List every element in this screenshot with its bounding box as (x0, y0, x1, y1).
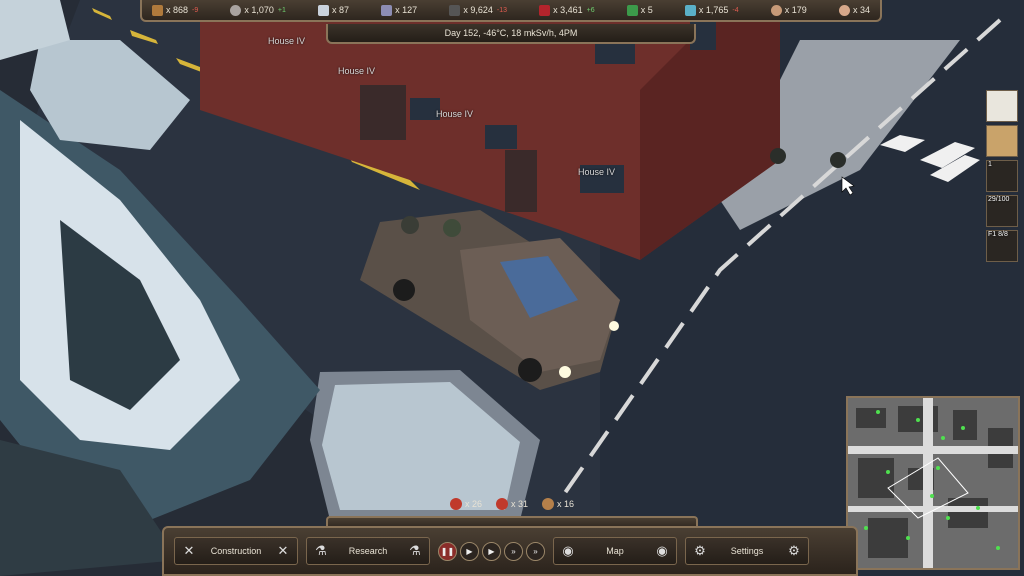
minimap-art (848, 398, 1018, 568)
unit-count: 1 (988, 161, 992, 168)
resource-value: x 1,070 (244, 5, 274, 15)
resource-delta: -4 (732, 6, 739, 14)
unit-slot-2[interactable]: 29/100 (986, 195, 1018, 227)
resource-wood[interactable]: x 868 -9 (152, 4, 199, 16)
resource-value: x 87 (332, 5, 350, 15)
speed-controls: ❚❚ ▶ ▶ » » (438, 541, 545, 561)
coal-icon (449, 4, 461, 16)
resource-medicine[interactable]: x 1,765 -4 (684, 4, 739, 16)
resource-delta: -9 (192, 6, 199, 14)
resource-bar: x 868 -9 x 1,070 +1 x 87 x 127 x 9,624 -13 … (140, 0, 882, 22)
stone-icon (230, 4, 242, 16)
fast-forward-icon[interactable]: » (504, 541, 523, 561)
settings-button[interactable]: ⚙ Settings ⚙ (685, 537, 809, 565)
resource-food[interactable]: x 3,461 +6 (539, 4, 595, 16)
map-label: Map (606, 546, 624, 556)
flask-icon: ⚗ (315, 543, 327, 558)
alert-counter[interactable]: x 26 (450, 498, 482, 510)
notes-button[interactable] (986, 90, 1018, 122)
hammer-wrench-icon: ✕ (277, 543, 289, 558)
resource-value: x 34 (852, 5, 870, 15)
map-scroll-button[interactable] (986, 125, 1018, 157)
building-label: House IV (578, 167, 616, 177)
resource-value: x 1,765 (698, 5, 729, 15)
construction-label: Construction (210, 546, 262, 556)
alert-count: x 26 (465, 499, 483, 509)
unit-counters: x 26 x 31 x 16 (450, 498, 574, 510)
building-label: House IV (268, 36, 306, 46)
unit-count: F1 8/8 (988, 231, 1008, 238)
research-label: Research (348, 546, 388, 556)
wood-icon (152, 4, 163, 16)
food-icon (539, 4, 551, 16)
construction-button[interactable]: ✕ Construction ✕ (174, 537, 298, 565)
resource-delta: -13 (496, 6, 507, 14)
status-bar: Day 152, -46°C, 18 mkSv/h, 4PM (326, 24, 696, 44)
steel-icon (318, 4, 330, 16)
worker-icon (770, 4, 782, 16)
globe-icon: ◉ (656, 543, 668, 558)
unit-count: 29/100 (988, 196, 1010, 203)
resource-value: x 127 (395, 5, 418, 15)
resource-coal[interactable]: x 9,624 -13 (449, 4, 507, 16)
unit-slot-1[interactable]: 1 (986, 160, 1018, 192)
resource-children[interactable]: x 34 (838, 4, 870, 16)
resource-steel[interactable]: x 87 (318, 4, 350, 16)
sick-count: x 31 (511, 499, 529, 509)
resource-value: x 868 (166, 5, 189, 15)
resource-value: x 9,624 (463, 5, 493, 15)
resource-value: x 5 (640, 5, 653, 15)
resource-workers[interactable]: x 179 (770, 4, 807, 16)
pause-icon[interactable]: ❚❚ (438, 541, 457, 561)
resource-value: x 179 (784, 5, 807, 15)
resource-delta: +6 (586, 6, 595, 14)
child-icon (838, 4, 850, 16)
right-panel: 1 29/100 F1 8/8 (986, 90, 1020, 262)
gear-icon: ⚙ (788, 543, 800, 558)
globe-icon: ◉ (562, 543, 574, 558)
resource-delta: +1 (277, 6, 286, 14)
play-icon[interactable]: ▶ (482, 541, 501, 561)
building-label: House IV (338, 66, 376, 76)
step-icon[interactable]: ▶ (460, 541, 479, 561)
building-label: House IV (436, 109, 474, 119)
research-button[interactable]: ⚗ Research ⚗ (306, 537, 430, 565)
alert-icon (450, 498, 462, 510)
sick-counter[interactable]: x 31 (496, 498, 528, 510)
fastest-forward-icon[interactable]: » (526, 541, 545, 561)
hammer-wrench-icon: ✕ (183, 543, 195, 558)
resource-parts[interactable]: x 127 (381, 4, 418, 16)
date-weather-text: Day 152, -46°C, 18 mkSv/h, 4PM (444, 28, 578, 38)
flask-icon: ⚗ (409, 543, 421, 558)
people-icon (542, 498, 555, 510)
unit-slot-3[interactable]: F1 8/8 (986, 230, 1018, 262)
sick-icon (496, 498, 509, 510)
medicine-icon (684, 4, 696, 16)
gear-icon: ⚙ (694, 543, 706, 558)
parts-icon (381, 4, 393, 16)
people-count: x 16 (557, 499, 575, 509)
money-icon (626, 4, 638, 16)
map-button[interactable]: ◉ Map ◉ (553, 537, 677, 565)
people-counter[interactable]: x 16 (542, 498, 574, 510)
resource-money[interactable]: x 5 (626, 4, 653, 16)
minimap[interactable] (846, 396, 1020, 570)
settings-label: Settings (730, 546, 764, 556)
resource-stone[interactable]: x 1,070 +1 (230, 4, 286, 16)
bottom-toolbar: ✕ Construction ✕ ⚗ Research ⚗ ❚❚ ▶ ▶ » »… (162, 526, 858, 576)
resource-value: x 3,461 (553, 5, 583, 15)
